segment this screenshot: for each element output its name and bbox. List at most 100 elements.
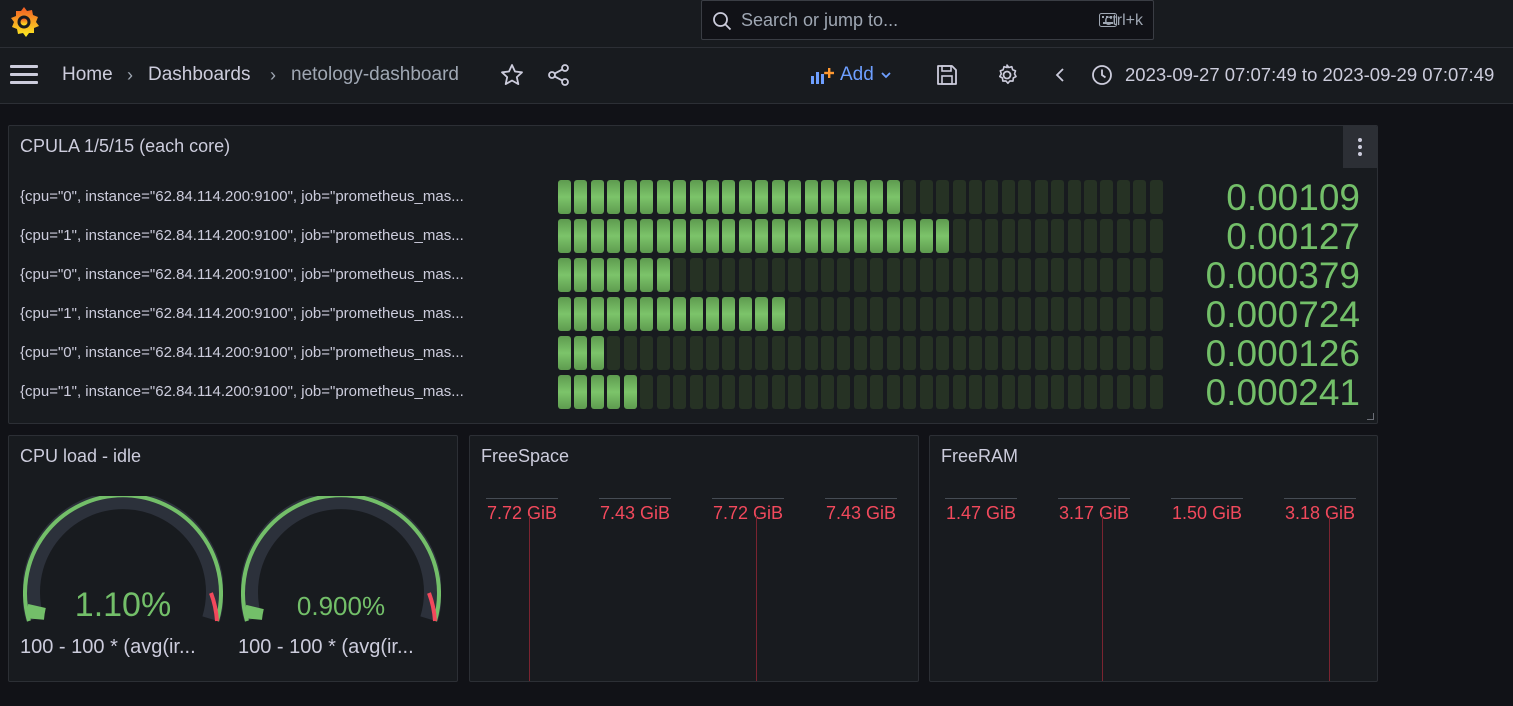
clock-icon[interactable] [1089, 62, 1115, 88]
bar-cell-unlit [1133, 297, 1147, 331]
bar-cell-lit [607, 219, 621, 253]
bar-cell-lit [738, 180, 752, 214]
bar-cell-unlit [985, 219, 999, 253]
bar-cell-unlit [903, 297, 917, 331]
series-value: 0.000241 [1205, 372, 1360, 413]
bar-cell-unlit [755, 258, 769, 292]
bar-cell-unlit [1067, 297, 1081, 331]
bar-cell-unlit [968, 258, 982, 292]
bar-cell-lit [656, 297, 670, 331]
bar-cell-unlit [1001, 297, 1015, 331]
bar-cell-lit [886, 219, 900, 253]
series-value: 0.000126 [1205, 333, 1360, 374]
menu-toggle-button[interactable] [10, 65, 38, 85]
bar-cell-lit [590, 375, 604, 409]
bar-cell-unlit [1149, 375, 1163, 409]
bar-cell-lit [936, 219, 950, 253]
bar-cell-unlit [952, 297, 966, 331]
bar-cell-unlit [656, 336, 670, 370]
bar-cell-lit [607, 180, 621, 214]
panel-menu-button[interactable] [1343, 126, 1377, 168]
bar-cell-unlit [936, 258, 950, 292]
bar-cell-lit [574, 336, 588, 370]
bar-cell-unlit [1116, 180, 1130, 214]
bar-cell-unlit [1084, 219, 1097, 253]
stat-value: 7.43 GiB [816, 498, 906, 524]
bar-cell-unlit [689, 258, 703, 292]
bar-cell-unlit [886, 258, 900, 292]
gear-icon[interactable] [994, 62, 1020, 88]
bar-cell-lit [870, 180, 884, 214]
bar-cell-unlit [870, 375, 884, 409]
bar-cell-lit [738, 297, 752, 331]
share-icon[interactable] [546, 62, 572, 88]
bar-cell-unlit [1034, 297, 1048, 331]
bar-cell-unlit [771, 375, 785, 409]
star-icon[interactable] [499, 62, 525, 88]
bar-cell-lit [705, 180, 719, 214]
sparkline [1171, 498, 1243, 499]
bar-cell-unlit [853, 336, 867, 370]
bar-cell-unlit [640, 375, 654, 409]
bar-cell-unlit [1067, 258, 1081, 292]
bar-cell-unlit [1018, 336, 1032, 370]
gauge-2-label: 100 - 100 * (avg(ir... [238, 636, 414, 658]
search-bar[interactable]: Search or jump to... ctrl+k [701, 0, 1154, 40]
bar-cell-unlit [853, 375, 867, 409]
bar-cell-unlit [1051, 297, 1065, 331]
chevron-left-icon[interactable] [1048, 62, 1074, 88]
bar-cell-lit [656, 219, 670, 253]
bar-cell-unlit [1084, 297, 1097, 331]
bar-cell-unlit [936, 297, 950, 331]
bar-cell-unlit [853, 258, 867, 292]
sparkline [1284, 498, 1356, 499]
bar-cell-lit [705, 297, 719, 331]
bar-cell-unlit [919, 180, 933, 214]
bar-gauge-row: {cpu="1", instance="62.84.114.200:9100",… [20, 372, 1360, 413]
bar-cell-unlit [689, 336, 703, 370]
bar-cell-unlit [1133, 375, 1147, 409]
bar-cell-unlit [673, 336, 687, 370]
bar-cell-unlit [788, 297, 802, 331]
bar-cell-lit [574, 219, 588, 253]
stat-value: 1.50 GiB [1162, 498, 1252, 524]
breadcrumb-dashboards[interactable]: Dashboards [148, 64, 250, 86]
bar-cell-lit [623, 297, 637, 331]
save-icon[interactable] [934, 62, 960, 88]
search-icon [713, 12, 732, 31]
bar-cell-lit [590, 219, 604, 253]
bar-cell-lit [837, 180, 851, 214]
bar-cell-lit [853, 219, 867, 253]
bar-cell-unlit [771, 336, 785, 370]
bar-cell-unlit [1018, 180, 1032, 214]
series-value: 0.00109 [1226, 177, 1360, 218]
add-button[interactable]: Add [810, 62, 892, 88]
bar-cell-lit [788, 180, 802, 214]
sparkline [712, 498, 784, 499]
grafana-logo-icon[interactable] [8, 5, 40, 37]
bar-cell-unlit [804, 297, 818, 331]
menu-dot [1358, 145, 1362, 149]
bar-cell-unlit [1051, 219, 1065, 253]
bar-cell-unlit [968, 375, 982, 409]
bar-cell-unlit [1001, 219, 1015, 253]
bar-cell-unlit [1116, 336, 1130, 370]
sparkline [825, 498, 897, 499]
bar-cell-unlit [903, 258, 917, 292]
bar-cell-unlit [985, 258, 999, 292]
bar-cell-unlit [1018, 297, 1032, 331]
bar-cell-lit [903, 219, 917, 253]
bar-cell-unlit [705, 258, 719, 292]
breadcrumb-home[interactable]: Home [62, 64, 113, 86]
stat-value: 7.72 GiB [703, 498, 793, 524]
bar-cell-unlit [936, 180, 950, 214]
bar-cell-unlit [952, 219, 966, 253]
bar-cell-lit [722, 297, 736, 331]
time-range-picker[interactable]: 2023-09-27 07:07:49 to 2023-09-29 07:07:… [1125, 64, 1494, 86]
bar-cell-lit [853, 180, 867, 214]
bar-cell-unlit [804, 375, 818, 409]
bar-cell-lit [623, 180, 637, 214]
resize-handle[interactable] [1367, 413, 1374, 420]
bar-cell-unlit [1100, 258, 1114, 292]
series-label: {cpu="0", instance="62.84.114.200:9100",… [20, 266, 464, 283]
